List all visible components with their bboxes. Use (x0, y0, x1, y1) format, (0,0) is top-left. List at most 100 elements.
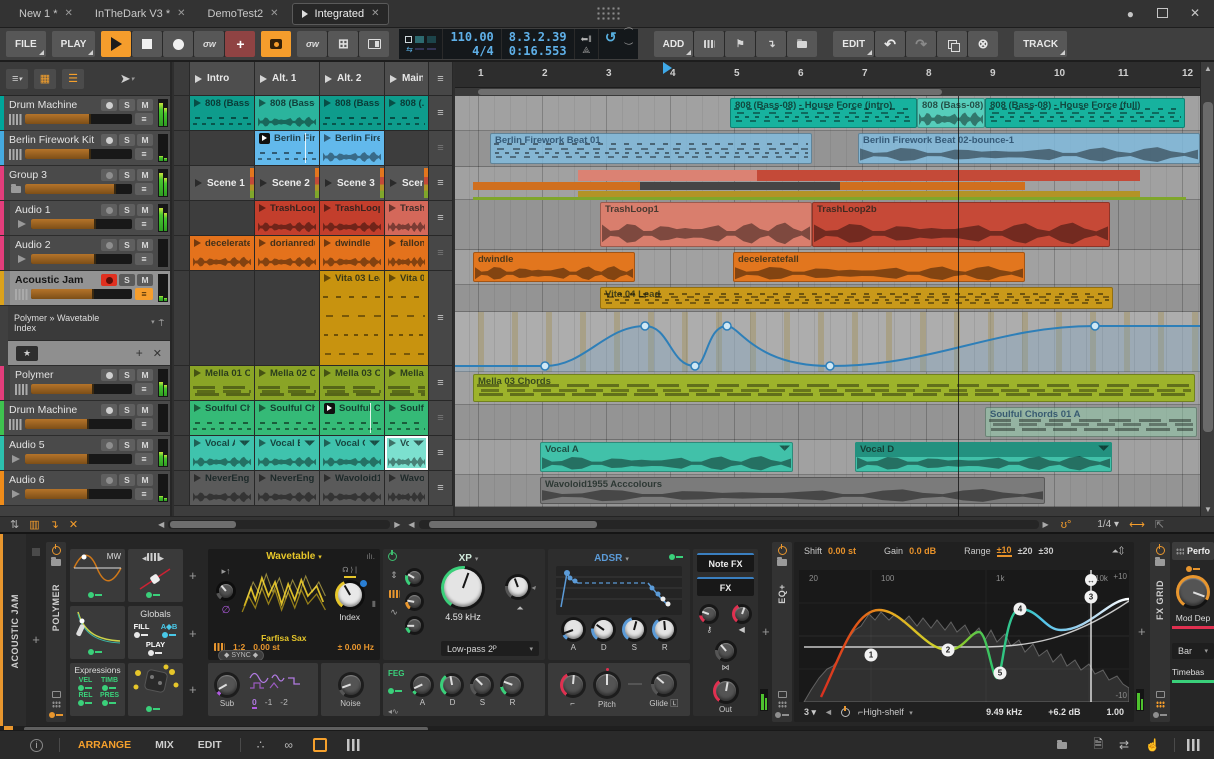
launcher-clip[interactable]: TrashLoop2b (320, 201, 385, 236)
arranger-clip[interactable]: Berlin Firework Beat 01 (490, 133, 812, 164)
fxgrid-device-strip[interactable]: FX GRID (1150, 542, 1170, 722)
scene-row-options[interactable]: ≡ (429, 271, 453, 366)
volume-fader[interactable] (25, 114, 132, 124)
mod-out-icon[interactable] (88, 591, 103, 598)
overdub-button[interactable]: σw (194, 31, 225, 57)
volume-fader[interactable] (25, 489, 132, 499)
launcher-scroll-left-icon[interactable]: ◀ (154, 520, 168, 529)
clip-overdub-button[interactable]: ⊞ (328, 31, 359, 57)
launcher-clip[interactable]: Berlin Fire... (320, 131, 385, 166)
launcher-clip[interactable]: Vocal B ◥◤ (255, 436, 320, 471)
snap-grid-value[interactable]: 1/4 ▾ (1097, 519, 1119, 530)
eq-band-3-width-handle[interactable]: ↔ (1085, 574, 1097, 586)
launcher-clip[interactable]: 808 (Bass-... (190, 96, 255, 131)
record-arm-button[interactable] (101, 239, 117, 251)
eq-band-4-handle[interactable]: 4 (1013, 602, 1027, 616)
mapping-icon[interactable]: ∴ (257, 738, 265, 752)
eq-band-power-icon[interactable] (840, 705, 850, 717)
filter-cutoff-knob[interactable] (441, 566, 485, 610)
launcher-clip[interactable]: Wavoloid1... (320, 471, 385, 506)
track-header[interactable]: Group 3 S M ≡ (0, 166, 170, 201)
delete-button[interactable]: ⊗ (968, 31, 999, 57)
fx-slot[interactable]: FX (697, 577, 754, 596)
track-lane[interactable]: dwindle deceleratefall (455, 250, 1200, 285)
launcher-clip[interactable]: 808 (... (385, 96, 429, 131)
mod-keytrack-cell[interactable]: ◂ ▸ (128, 549, 183, 602)
osc-display-icon[interactable]: ılı. (367, 552, 375, 561)
record-arm-button[interactable] (101, 404, 117, 416)
volume-fader[interactable] (25, 149, 132, 159)
clip-stop-slot[interactable] (190, 201, 255, 236)
track-options-button[interactable]: ≡ (135, 453, 153, 465)
close-window-icon[interactable]: ✕ (1190, 6, 1200, 20)
record-arm-button[interactable] (101, 169, 117, 181)
sub-octave-2[interactable]: -2 (280, 697, 288, 709)
launcher-clip[interactable]: Soulf... (385, 401, 429, 436)
zoom-to-fit-icon[interactable]: ⟷ (1129, 518, 1145, 531)
osc-type-dropdown[interactable]: Wavetable (266, 551, 315, 562)
scene-row-options[interactable]: ≡ (429, 436, 453, 471)
filter-power-icon[interactable] (388, 550, 397, 561)
polymer-remote-icon[interactable] (51, 691, 61, 698)
launcher-clip[interactable]: Trash... (385, 201, 429, 236)
filter-mod-knob-1[interactable] (404, 568, 424, 587)
mute-button[interactable]: M (137, 274, 153, 286)
track-stop-button[interactable] (174, 166, 190, 201)
arranger-clip[interactable]: Berlin Firework Beat 02-bounce-1 (858, 133, 1200, 164)
eq-band-freq-value[interactable]: 9.49 kHz (986, 707, 1022, 717)
wavetable-index-knob[interactable] (334, 580, 367, 610)
mod-out-icon[interactable] (88, 648, 103, 655)
scroll-up-icon[interactable]: ▲ (1204, 64, 1212, 73)
fxgrid-preset-icon[interactable] (1155, 557, 1165, 566)
tempo-display[interactable]: 110.00 4/4 (443, 29, 501, 59)
filter-mod-knob-3[interactable] (404, 616, 424, 635)
favorite-star-icon[interactable]: ★ (16, 345, 38, 361)
volume-fader[interactable] (25, 419, 132, 429)
track-sort-icon[interactable]: ⇅ (10, 518, 19, 531)
polymer-preset-icon[interactable] (51, 557, 61, 566)
launcher-clip[interactable]: 808 (Bass-... (255, 96, 320, 131)
launcher-clip[interactable]: dorianredu... (255, 236, 320, 271)
launcher-record-button[interactable] (261, 31, 292, 57)
spread-knob[interactable] (714, 640, 737, 662)
track-lane[interactable]: Vita 04 Lead (455, 285, 1200, 312)
feg-sustain-knob[interactable] (470, 672, 495, 697)
track-stop-button[interactable] (174, 471, 190, 506)
track-options-button[interactable]: ≡ (135, 218, 153, 230)
arranger-clip[interactable]: 808 (Bass-08) - House Force (full) (985, 98, 1185, 128)
macro-modsource-icon[interactable] (1185, 565, 1201, 572)
track-stop-button[interactable] (174, 131, 190, 166)
groove-toggle[interactable]: ⇆ (399, 29, 443, 59)
zoom-full-icon[interactable]: ⇱ (1155, 518, 1164, 531)
mute-button[interactable]: M (137, 439, 153, 451)
launcher-clip[interactable]: Mella 03 C... (320, 366, 385, 401)
clip-stop-slot[interactable] (385, 131, 429, 166)
track-options-button[interactable]: ≡ (135, 148, 153, 160)
arranger-clip[interactable]: Vita 04 Lead (600, 287, 1113, 309)
launcher-clip[interactable]: TrashLoop1 (255, 201, 320, 236)
mute-button[interactable]: M (137, 204, 153, 216)
arranger-clip[interactable]: 808 (Bass-08) (917, 98, 985, 128)
macro-knob[interactable] (1176, 575, 1210, 609)
mute-button[interactable]: M (137, 99, 153, 111)
inspector-panel-icon[interactable]: 🗎 (1093, 735, 1103, 756)
feg-attack-knob[interactable] (410, 672, 435, 697)
onscreen-keyboard-icon[interactable] (346, 739, 360, 751)
add-instrument-track-icon[interactable] (694, 31, 725, 57)
add-modulator-button[interactable]: + (189, 626, 197, 641)
eq-range-20[interactable]: ±20 (1018, 546, 1033, 556)
piano-panel-icon[interactable] (1187, 739, 1200, 751)
mute-button[interactable]: M (137, 369, 153, 381)
scene-row-options[interactable]: ≡ (429, 201, 453, 236)
track-options-button[interactable]: ≡ (135, 418, 153, 430)
filter-slope-icon[interactable]: ⏶ (516, 603, 523, 614)
polymer-grid-icon[interactable] (51, 701, 61, 708)
track-lane[interactable]: Wavoloid1955 Acccolours (455, 475, 1200, 507)
launcher-clip[interactable]: Vita 03 Lead (320, 271, 385, 366)
volume-fader[interactable] (25, 184, 132, 194)
launcher-clip[interactable]: Mella 02 C... (255, 366, 320, 401)
eq-device-strip[interactable]: EQ+ (772, 542, 792, 722)
launcher-clip[interactable]: dwindle (320, 236, 385, 271)
mod-out-icon[interactable] (146, 591, 161, 598)
arranger-clip[interactable]: Soulful Chords 01 A (985, 407, 1197, 437)
